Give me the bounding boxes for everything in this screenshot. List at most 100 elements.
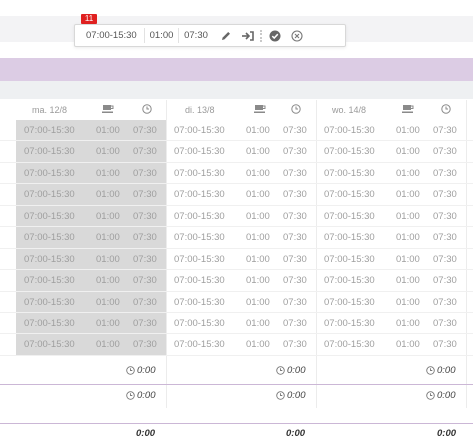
shift-time-cell[interactable]: 07:00-15:30 — [174, 334, 225, 355]
shift-time-cell[interactable]: 07:00-15:30 — [24, 184, 75, 205]
shift-total-cell[interactable]: 07:30 — [133, 184, 157, 205]
shift-break-cell[interactable]: 01:00 — [246, 206, 270, 227]
time-range-input[interactable]: 07:00-15:30 — [83, 28, 145, 43]
shift-break-cell[interactable]: 01:00 — [96, 249, 120, 270]
shift-time-cell[interactable]: 07:00-15:30 — [24, 141, 75, 162]
shift-break-cell[interactable]: 01:00 — [96, 141, 120, 162]
shift-total-cell[interactable]: 07:30 — [133, 249, 157, 270]
shift-time-cell[interactable]: 07:00-15:30 — [174, 141, 225, 162]
shift-break-cell[interactable]: 01:00 — [246, 270, 270, 291]
day-header-wed[interactable]: wo. 14/8 — [316, 100, 466, 120]
shift-break-cell[interactable]: 01:00 — [396, 270, 420, 291]
shift-total-cell[interactable]: 07:30 — [283, 206, 307, 227]
shift-time-cell[interactable]: 07:00-15:30 — [24, 163, 75, 184]
shift-total-cell[interactable]: 07:30 — [283, 249, 307, 270]
shift-time-cell[interactable]: 07:00-15:30 — [24, 334, 75, 355]
shift-total-cell[interactable]: 07:30 — [433, 141, 457, 162]
shift-break-cell[interactable]: 01:00 — [396, 227, 420, 248]
shift-break-cell[interactable]: 01:00 — [96, 270, 120, 291]
day-header-tue[interactable]: di. 13/8 — [166, 100, 316, 120]
shift-break-cell[interactable]: 01:00 — [96, 163, 120, 184]
shift-break-cell[interactable]: 01:00 — [396, 334, 420, 355]
shift-time-cell[interactable]: 07:00-15:30 — [24, 270, 75, 291]
day-header-mon[interactable]: ma. 12/8 — [16, 100, 166, 120]
shift-time-cell[interactable]: 07:00-15:30 — [174, 120, 225, 141]
shift-time-cell[interactable]: 07:00-15:30 — [174, 227, 225, 248]
shift-total-cell[interactable]: 07:30 — [433, 227, 457, 248]
shift-time-cell[interactable]: 07:00-15:30 — [324, 334, 375, 355]
close-circle-icon[interactable] — [288, 27, 306, 45]
shift-time-cell[interactable]: 07:00-15:30 — [174, 163, 225, 184]
shift-time-cell[interactable]: 07:00-15:30 — [174, 184, 225, 205]
shift-break-cell[interactable]: 01:00 — [246, 334, 270, 355]
shift-total-cell[interactable]: 07:30 — [133, 163, 157, 184]
shift-time-cell[interactable]: 07:00-15:30 — [324, 313, 375, 334]
shift-break-cell[interactable]: 01:00 — [246, 227, 270, 248]
shift-total-cell[interactable]: 07:30 — [283, 227, 307, 248]
shift-break-cell[interactable]: 01:00 — [396, 141, 420, 162]
shift-total-cell[interactable]: 07:30 — [133, 141, 157, 162]
shift-total-cell[interactable]: 07:30 — [433, 334, 457, 355]
shift-time-cell[interactable]: 07:00-15:30 — [24, 249, 75, 270]
shift-time-cell[interactable]: 07:00-15:30 — [24, 206, 75, 227]
shift-total-cell[interactable]: 07:30 — [133, 120, 157, 141]
shift-break-cell[interactable]: 01:00 — [96, 206, 120, 227]
shift-total-cell[interactable]: 07:30 — [283, 163, 307, 184]
shift-break-cell[interactable]: 01:00 — [246, 292, 270, 313]
break-input[interactable]: 01:00 — [145, 28, 179, 43]
shift-time-cell[interactable]: 07:00-15:30 — [174, 292, 225, 313]
shift-break-cell[interactable]: 01:00 — [96, 227, 120, 248]
shift-time-cell[interactable]: 07:00-15:30 — [324, 292, 375, 313]
shift-total-cell[interactable]: 07:30 — [283, 292, 307, 313]
shift-break-cell[interactable]: 01:00 — [396, 206, 420, 227]
shift-break-cell[interactable]: 01:00 — [96, 184, 120, 205]
shift-break-cell[interactable]: 01:00 — [396, 292, 420, 313]
shift-time-cell[interactable]: 07:00-15:30 — [324, 141, 375, 162]
shift-time-cell[interactable]: 07:00-15:30 — [174, 249, 225, 270]
total-input[interactable]: 07:30 — [179, 28, 213, 43]
shift-break-cell[interactable]: 01:00 — [96, 313, 120, 334]
shift-break-cell[interactable]: 01:00 — [396, 249, 420, 270]
shift-total-cell[interactable]: 07:30 — [433, 313, 457, 334]
shift-total-cell[interactable]: 07:30 — [133, 313, 157, 334]
shift-total-cell[interactable]: 07:30 — [433, 163, 457, 184]
shift-break-cell[interactable]: 01:00 — [96, 334, 120, 355]
shift-time-cell[interactable]: 07:00-15:30 — [324, 227, 375, 248]
shift-break-cell[interactable]: 01:00 — [246, 313, 270, 334]
shift-total-cell[interactable]: 07:30 — [433, 206, 457, 227]
shift-total-cell[interactable]: 07:30 — [433, 270, 457, 291]
shift-total-cell[interactable]: 07:30 — [133, 292, 157, 313]
shift-time-cell[interactable]: 07:00-15:30 — [24, 120, 75, 141]
shift-total-cell[interactable]: 07:30 — [283, 184, 307, 205]
shift-total-cell[interactable]: 07:30 — [133, 334, 157, 355]
shift-break-cell[interactable]: 01:00 — [396, 163, 420, 184]
shift-break-cell[interactable]: 01:00 — [396, 120, 420, 141]
shift-break-cell[interactable]: 01:00 — [246, 141, 270, 162]
shift-total-cell[interactable]: 07:30 — [283, 313, 307, 334]
shift-total-cell[interactable]: 07:30 — [433, 249, 457, 270]
shift-total-cell[interactable]: 07:30 — [283, 270, 307, 291]
shift-break-cell[interactable]: 01:00 — [246, 184, 270, 205]
check-circle-icon[interactable] — [266, 27, 284, 45]
shift-time-cell[interactable]: 07:00-15:30 — [24, 227, 75, 248]
shift-total-cell[interactable]: 07:30 — [433, 292, 457, 313]
shift-time-cell[interactable]: 07:00-15:30 — [174, 206, 225, 227]
shift-time-cell[interactable]: 07:00-15:30 — [324, 184, 375, 205]
shift-break-cell[interactable]: 01:00 — [246, 163, 270, 184]
shift-break-cell[interactable]: 01:00 — [246, 249, 270, 270]
shift-total-cell[interactable]: 07:30 — [133, 227, 157, 248]
shift-break-cell[interactable]: 01:00 — [246, 120, 270, 141]
pencil-icon[interactable] — [217, 27, 235, 45]
shift-time-cell[interactable]: 07:00-15:30 — [24, 313, 75, 334]
sign-in-icon[interactable] — [239, 27, 257, 45]
shift-time-cell[interactable]: 07:00-15:30 — [324, 120, 375, 141]
shift-break-cell[interactable]: 01:00 — [96, 292, 120, 313]
shift-time-cell[interactable]: 07:00-15:30 — [324, 270, 375, 291]
shift-time-cell[interactable]: 07:00-15:30 — [324, 163, 375, 184]
shift-total-cell[interactable]: 07:30 — [283, 141, 307, 162]
shift-break-cell[interactable]: 01:00 — [396, 184, 420, 205]
shift-total-cell[interactable]: 07:30 — [433, 184, 457, 205]
shift-time-cell[interactable]: 07:00-15:30 — [324, 206, 375, 227]
shift-total-cell[interactable]: 07:30 — [433, 120, 457, 141]
shift-time-cell[interactable]: 07:00-15:30 — [324, 249, 375, 270]
